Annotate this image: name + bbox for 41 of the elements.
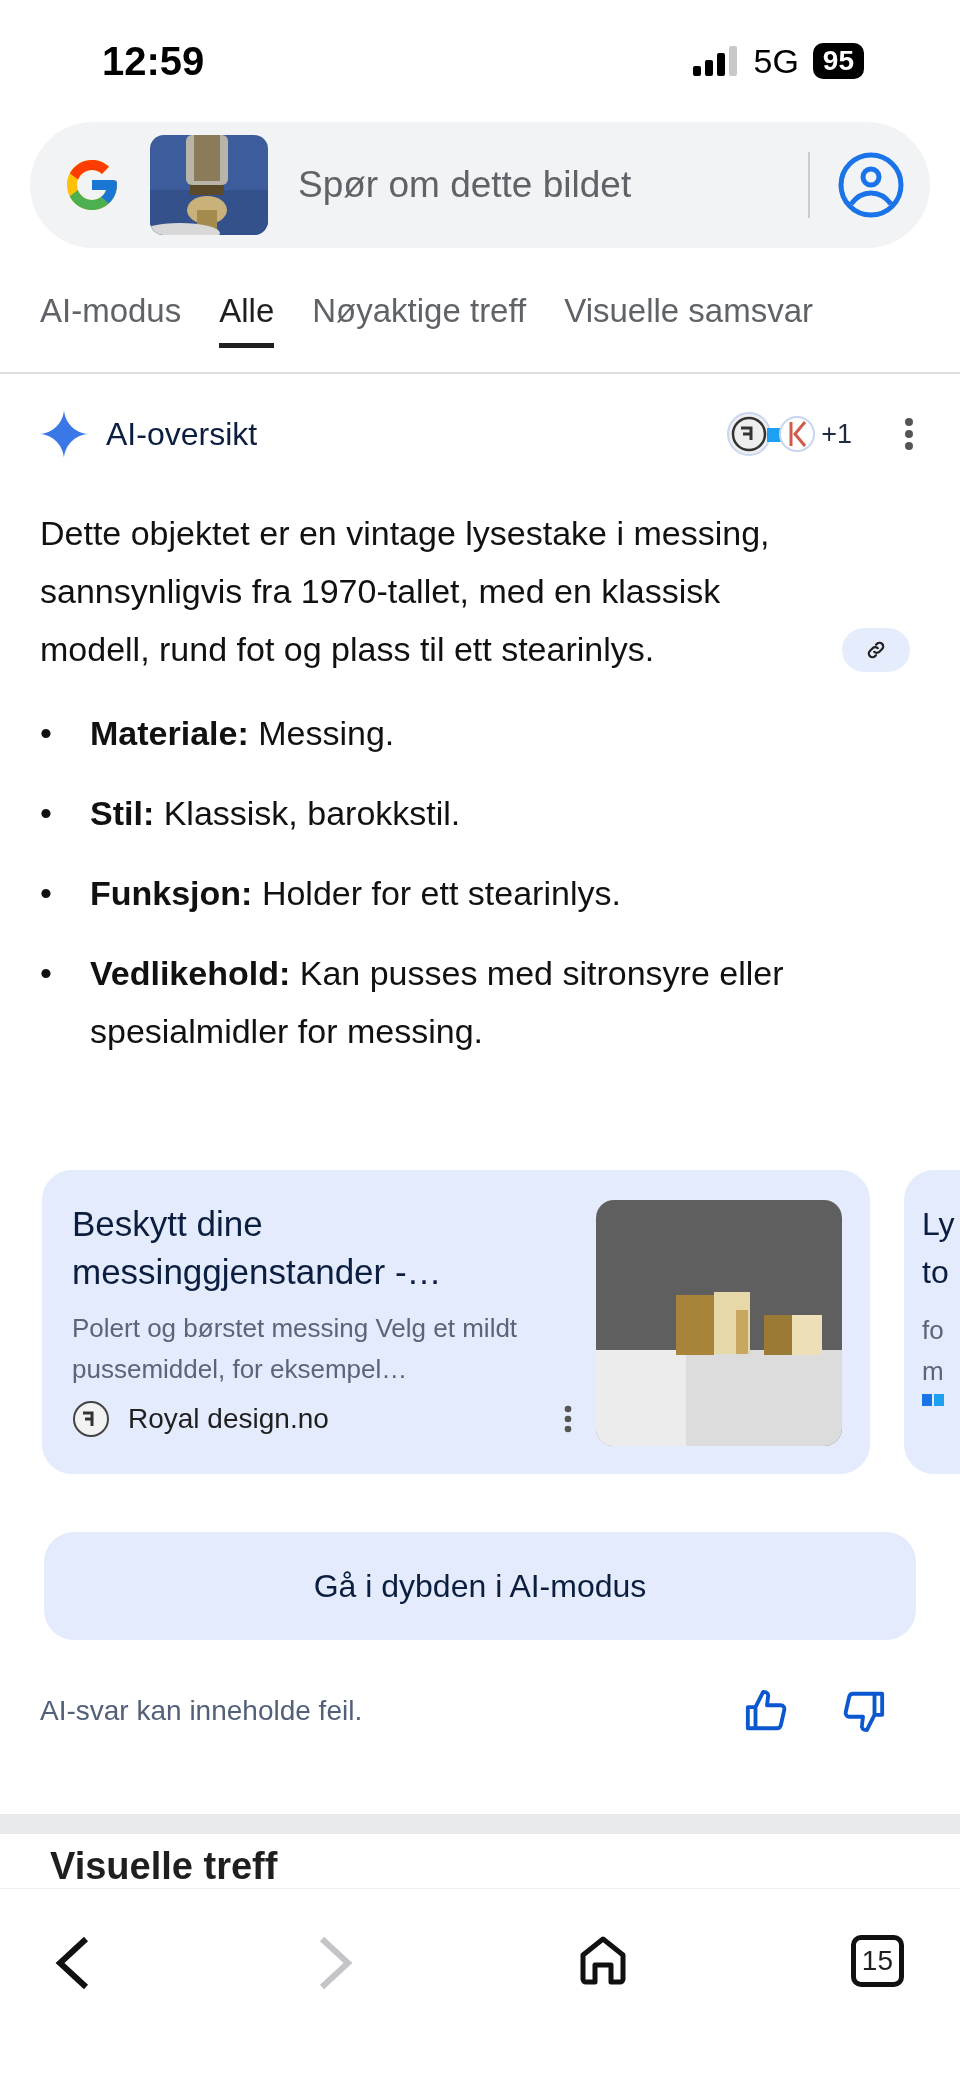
section-heading: Visuelle treff	[50, 1844, 279, 1888]
home-icon[interactable]	[579, 1935, 628, 1985]
card-snippet: fo m	[922, 1314, 945, 1388]
status-time: 12:59	[102, 38, 205, 84]
bullet-text: Stil: Klassisk, barokkstil.	[90, 793, 462, 834]
source-card[interactable]: Beskytt dine messinggjenstander -… Polert og børstet messing Velg et mildt pussemiddel, for eksempel… Royal design.no	[42, 1170, 870, 1474]
tab[interactable]: AI-modus	[40, 248, 182, 348]
bullet-text: Materiale: Messing.	[90, 713, 396, 754]
bullet-marker: •	[40, 873, 53, 914]
bullet-marker: •	[40, 713, 53, 754]
tab[interactable]: Visuelle samsvar	[564, 248, 814, 348]
source-name: Royal design.no	[128, 1403, 329, 1435]
disclaimer-text: AI-svar kan inneholde feil.	[40, 1695, 363, 1727]
more-options-icon[interactable]	[564, 1405, 572, 1433]
card-title: Beskytt dine messinggjenstander -…	[72, 1203, 443, 1293]
tab[interactable]: Alle	[219, 248, 275, 348]
sparkle-icon	[40, 410, 88, 458]
tab[interactable]: Nøyaktige treff	[312, 248, 527, 348]
summary-text: Dette objektet er en vintage lysestake i messing, sannsynligvis fra 1970-tallet, med en klassisk modell, rund fot og plass til ett stearinlys.	[40, 513, 771, 670]
ai-mode-button[interactable]: Gå i dybden i AI-modus	[44, 1532, 916, 1640]
bullet-text: Vedlikehold: Kan pusses med sitronsyre eller spesialmidler for messing.	[90, 953, 785, 1052]
search-field[interactable]: Spør om dette bildet	[296, 163, 780, 207]
more-options-icon[interactable]	[904, 417, 914, 451]
site-logo-icon	[922, 1392, 944, 1406]
battery-indicator: 95	[812, 43, 864, 79]
card-title: Ly to	[922, 1205, 956, 1292]
source-card[interactable]: Ly to fo m	[904, 1170, 960, 1474]
source-count: +1	[821, 418, 852, 450]
overview-title: AI-oversikt	[106, 415, 258, 453]
bullet-marker: •	[40, 953, 53, 994]
source-icons-drawing[interactable]	[725, 410, 816, 458]
card-snippet: Polert og børstet messing Velg et mildt pussemiddel, for eksempel…	[72, 1312, 519, 1386]
bullet-text: Funksjon: Holder for ett stearinlys.	[90, 873, 622, 914]
account-icon[interactable]	[838, 152, 904, 218]
network-label: 5G	[753, 41, 799, 81]
link-icon	[865, 639, 887, 661]
link-chip[interactable]	[842, 628, 910, 672]
signal-icon	[693, 46, 740, 76]
site-logo-icon	[72, 1400, 110, 1438]
bullet-marker: •	[40, 793, 53, 834]
tabs-button[interactable]: 15	[850, 1935, 904, 1987]
